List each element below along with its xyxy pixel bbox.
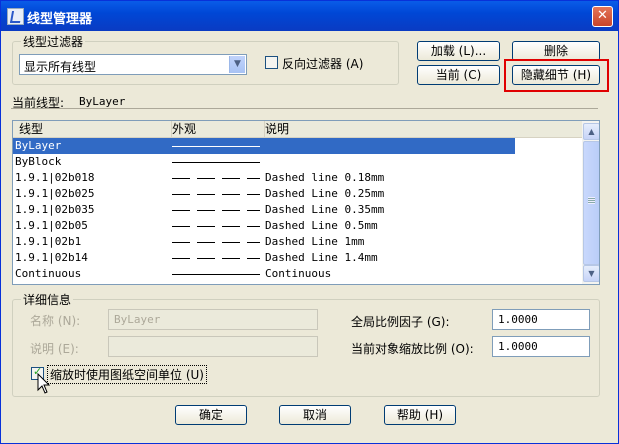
table-row[interactable]: 1.9.1|02b035 Dashed Line 0.35mm <box>13 202 582 218</box>
row-appearance-preview <box>172 242 260 243</box>
details-group-label: 详细信息 <box>21 291 74 308</box>
header-appearance[interactable]: 外观 <box>166 121 265 137</box>
row-description: Dashed Line 1mm <box>265 235 365 248</box>
row-appearance-preview <box>172 194 260 195</box>
table-row[interactable]: 1.9.1|02b018 Dashed line 0.18mm <box>13 170 582 186</box>
row-linetype-name: ByBlock <box>15 155 62 168</box>
header-linetype[interactable]: 线型 <box>13 121 172 137</box>
set-current-button[interactable]: 当前 (C) <box>417 65 500 85</box>
divider <box>11 108 598 109</box>
name-field-value: ByLayer <box>114 313 161 326</box>
global-scale-input[interactable]: 1.0000 <box>492 309 590 330</box>
row-appearance-preview <box>172 210 260 211</box>
table-row[interactable]: 1.9.1|02b05 Dashed Line 0.5mm <box>13 218 582 234</box>
filter-group-label: 线型过滤器 <box>21 33 86 50</box>
current-linetype-bar: 当前线型: ByLayer <box>11 94 598 110</box>
row-appearance-preview <box>172 146 260 147</box>
current-scale-input[interactable]: 1.0000 <box>492 336 590 357</box>
close-button[interactable]: ✕ <box>592 6 613 27</box>
row-description: Dashed Line 0.35mm <box>265 203 385 216</box>
header-description[interactable]: 说明 <box>259 121 581 137</box>
row-description: Dashed Line 0.25mm <box>265 187 385 200</box>
filter-selected-value: 显示所有线型 <box>24 60 97 74</box>
mouse-cursor-icon <box>37 373 51 394</box>
row-linetype-name: 1.9.1|02b1 <box>15 235 82 248</box>
linetype-manager-dialog: 线型管理器 ✕ 线型过滤器 显示所有线型 ▼ 反向过滤器 (A) 加载 (L).… <box>0 0 619 444</box>
table-row[interactable]: 1.9.1|02b1 Dashed Line 1mm <box>13 234 582 250</box>
row-linetype-name: 1.9.1|02b14 <box>15 251 88 264</box>
row-description: Dashed Line 1.4mm <box>265 251 378 264</box>
row-linetype-name: 1.9.1|02b025 <box>15 187 95 200</box>
row-appearance-preview <box>172 274 260 275</box>
paper-units-label: 缩放时使用图纸空间单位 (U) <box>47 365 207 384</box>
table-row[interactable]: 1.9.1|02b14 Dashed Line 1.4mm <box>13 250 582 266</box>
ok-button[interactable]: 确定 <box>175 405 247 425</box>
desc-label: 说明 (E): <box>30 342 79 356</box>
scroll-up-icon[interactable]: ▲ <box>583 123 599 140</box>
table-row[interactable]: ByLayer <box>13 138 582 154</box>
row-description: Dashed line 0.18mm <box>265 171 385 184</box>
invert-filter-checkbox[interactable] <box>265 56 278 69</box>
help-button[interactable]: 帮助 (H) <box>384 405 456 425</box>
row-linetype-name: 1.9.1|02b018 <box>15 171 95 184</box>
filter-dropdown[interactable]: 显示所有线型 ▼ <box>19 54 247 75</box>
list-header: 线型 外观 说明 <box>13 121 582 138</box>
row-description: Dashed Line 0.5mm <box>265 219 378 232</box>
table-row[interactable]: Continuous Continuous <box>13 266 582 282</box>
delete-button[interactable]: 删除 <box>512 41 600 61</box>
list-scrollbar[interactable]: ▲ ▼ <box>582 121 599 284</box>
window-title: 线型管理器 <box>27 12 93 27</box>
row-description: Continuous <box>265 267 332 280</box>
row-appearance-preview <box>172 178 260 179</box>
app-icon <box>7 8 24 25</box>
linetype-list[interactable]: 线型 外观 说明 ByLayer ByBlock 1.9.1|02b018 Dashe… <box>12 120 600 285</box>
highlight-box <box>504 59 609 92</box>
title-bar[interactable]: 线型管理器 ✕ <box>1 1 618 31</box>
row-linetype-name: 1.9.1|02b05 <box>15 219 88 232</box>
invert-filter-label: 反向过滤器 (A) <box>282 57 364 71</box>
cancel-button[interactable]: 取消 <box>279 405 351 425</box>
row-appearance-preview <box>172 226 260 227</box>
grip-icon <box>588 197 595 204</box>
row-linetype-name: ByLayer <box>15 139 62 152</box>
name-field: ByLayer <box>108 309 318 330</box>
row-linetype-name: Continuous <box>15 267 82 280</box>
load-button[interactable]: 加载 (L)... <box>417 41 500 61</box>
table-row[interactable]: ByBlock <box>13 154 582 170</box>
row-appearance-preview <box>172 162 260 163</box>
current-scale-label: 当前对象缩放比例 (O): <box>351 342 474 356</box>
row-appearance-preview <box>172 258 260 259</box>
chevron-down-icon[interactable]: ▼ <box>229 56 245 73</box>
current-linetype-value: ByLayer <box>79 95 126 108</box>
desc-field <box>108 336 318 357</box>
row-linetype-name: 1.9.1|02b035 <box>15 203 95 216</box>
name-label: 名称 (N): <box>30 314 81 328</box>
global-scale-label: 全局比例因子 (G): <box>351 315 450 329</box>
table-row[interactable]: 1.9.1|02b025 Dashed Line 0.25mm <box>13 186 582 202</box>
scroll-down-icon[interactable]: ▼ <box>583 265 599 282</box>
selection-highlight <box>13 138 515 154</box>
scroll-thumb[interactable] <box>583 141 599 265</box>
